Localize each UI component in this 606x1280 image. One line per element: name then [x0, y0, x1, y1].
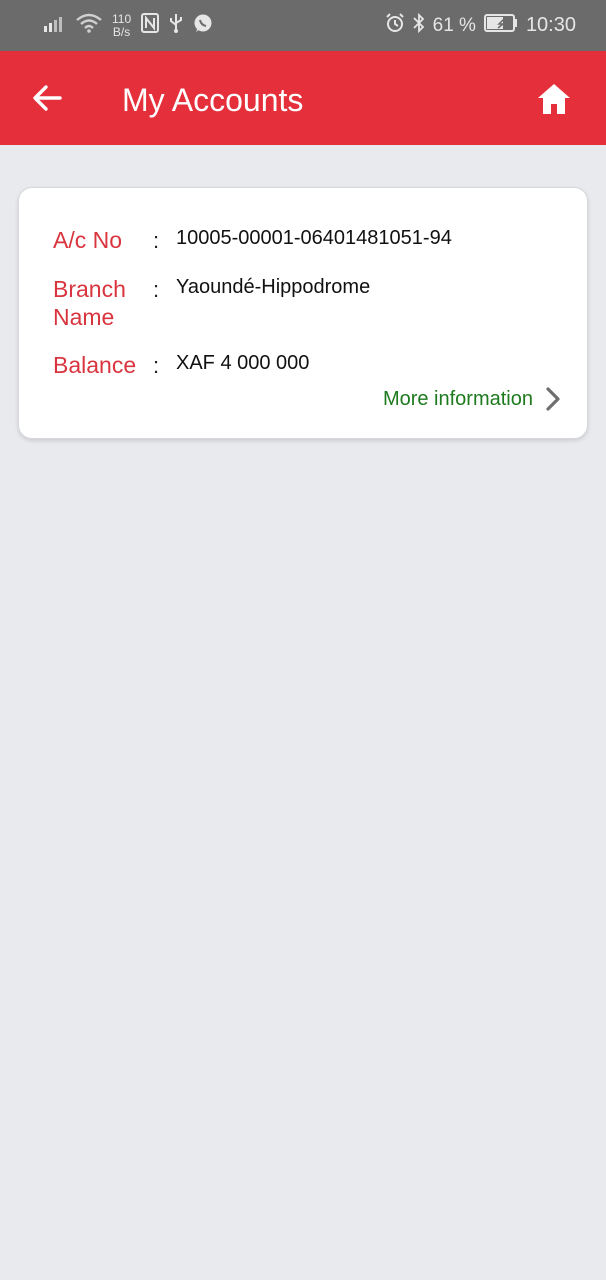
status-bar: 110 B/s 61 % 10:30 — [0, 0, 606, 51]
net-speed-value: 110 — [112, 11, 132, 26]
branch-name-value: Yaoundé-Hippodrome — [176, 276, 371, 298]
page-title: My Accounts — [122, 82, 304, 118]
more-information-label: More information — [382, 387, 533, 410]
more-information-link[interactable]: More information — [383, 386, 561, 412]
net-speed-unit: B/s — [112, 24, 131, 39]
account-number-label: A/c No — [53, 227, 123, 253]
whatsapp-icon — [193, 13, 213, 38]
balance-separator: : — [153, 353, 160, 378]
status-left: 110 B/s — [44, 11, 223, 39]
clock: 10:30 — [525, 14, 576, 36]
status-right: 61 % 10:30 — [377, 12, 576, 38]
app-bar: My Accounts — [0, 51, 606, 145]
branch-name-separator: : — [153, 277, 160, 302]
back-button[interactable] — [30, 81, 64, 115]
balance-label: Balance — [53, 352, 137, 378]
account-card[interactable]: A/c No : 10005-00001-06401481051-94 Bran… — [18, 187, 588, 439]
branch-name-label-line2: Name — [53, 304, 115, 330]
arrow-left-icon — [33, 85, 62, 111]
nfc-icon — [141, 13, 160, 38]
account-number-value: 10005-00001-06401481051-94 — [176, 227, 452, 249]
wifi-icon — [76, 13, 102, 38]
battery-percent: 61 % — [432, 14, 476, 36]
home-icon — [538, 84, 570, 114]
bluetooth-icon — [412, 12, 425, 38]
battery-icon — [483, 14, 518, 37]
alarm-icon — [385, 13, 405, 38]
net-speed: 110 B/s — [112, 11, 132, 39]
home-button[interactable] — [536, 81, 572, 117]
branch-name-label-line1: Branch — [53, 276, 126, 302]
account-number-separator: : — [153, 228, 160, 253]
usb-icon — [169, 13, 183, 38]
signal-icon — [44, 14, 66, 37]
balance-value: XAF 4 000 000 — [176, 352, 310, 374]
chevron-right-icon — [546, 387, 560, 411]
